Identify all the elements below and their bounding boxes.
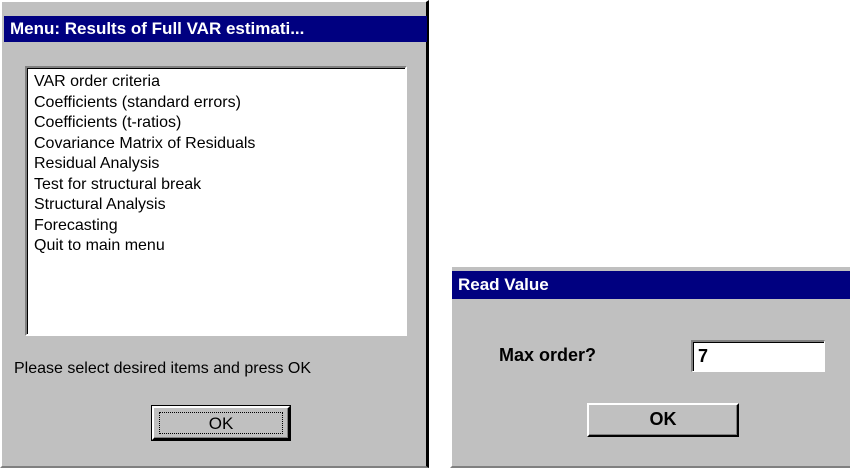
menu-item-structural-break-test[interactable]: Test for structural break [34,175,405,196]
menu-item-coefficients-t-ratios[interactable]: Coefficients (t-ratios) [34,113,405,134]
menu-instruction-text: Please select desired items and press OK [14,360,312,377]
menu-dialog-title[interactable]: Menu: Results of Full VAR estimati... [4,16,427,42]
menu-item-forecasting[interactable]: Forecasting [34,216,405,237]
menu-listbox[interactable]: VAR order criteria Coefficients (standar… [25,66,407,336]
read-value-title[interactable]: Read Value [452,271,850,299]
menu-item-coefficients-standard-errors[interactable]: Coefficients (standard errors) [34,93,405,114]
read-value-dialog: Read Value Max order? 7 OK [450,265,850,468]
menu-item-structural-analysis[interactable]: Structural Analysis [34,195,405,216]
menu-ok-label: OK [159,412,283,434]
max-order-label: Max order? [499,345,597,365]
menu-item-residual-analysis[interactable]: Residual Analysis [34,154,405,175]
menu-item-covariance-matrix[interactable]: Covariance Matrix of Residuals [34,134,405,155]
menu-dialog: Menu: Results of Full VAR estimati... VA… [0,0,429,468]
max-order-input[interactable]: 7 [691,340,825,372]
menu-ok-button[interactable]: OK [151,405,291,441]
read-value-ok-button[interactable]: OK [587,403,739,437]
menu-item-quit-to-main-menu[interactable]: Quit to main menu [34,236,405,257]
menu-item-var-order-criteria[interactable]: VAR order criteria [34,72,405,93]
